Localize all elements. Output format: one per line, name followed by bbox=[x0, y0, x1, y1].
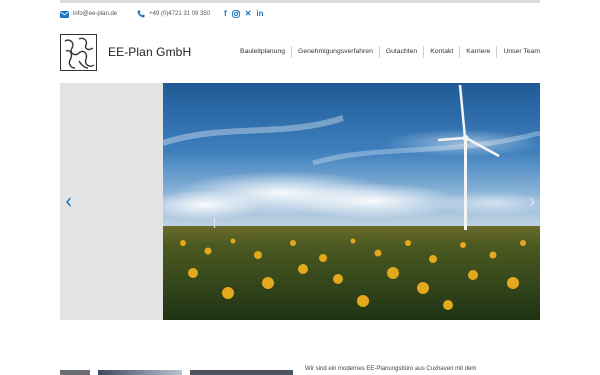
slider-side-panel bbox=[60, 83, 163, 320]
thumbnail-image[interactable] bbox=[98, 370, 182, 375]
nav-item-karriere[interactable]: Karriere bbox=[459, 46, 496, 58]
instagram-icon[interactable] bbox=[231, 10, 240, 18]
company-logo[interactable] bbox=[60, 33, 97, 71]
nav-item-kontakt[interactable]: Kontakt bbox=[423, 46, 459, 58]
email-link[interactable]: info@ee-plan.de bbox=[60, 10, 118, 18]
site-header: EE-Plan GmbH Bauleitplanung Genehmigungs… bbox=[60, 33, 540, 71]
phone-icon bbox=[137, 10, 145, 18]
nav-item-bauleitplanung[interactable]: Bauleitplanung bbox=[234, 46, 291, 58]
email-text: info@ee-plan.de bbox=[73, 11, 118, 17]
xing-icon[interactable]: ✕ bbox=[245, 10, 252, 18]
thumbnail-image[interactable] bbox=[190, 370, 293, 375]
mail-icon bbox=[60, 10, 69, 18]
phone-link[interactable]: +49 (0)4721 31 09 350 bbox=[137, 10, 210, 18]
slider-next-arrow-icon[interactable] bbox=[527, 196, 537, 208]
hero-image bbox=[163, 83, 540, 320]
social-links: f ✕ in bbox=[224, 10, 264, 18]
contact-bar: info@ee-plan.de +49 (0)4721 31 09 350 f … bbox=[60, 8, 540, 20]
slider-prev-arrow-icon[interactable] bbox=[64, 196, 74, 208]
nav-item-unser-team[interactable]: Unser Team bbox=[496, 46, 540, 58]
thumbnail-image[interactable] bbox=[60, 370, 90, 375]
intro-text: Wir sind ein modernes EE-Planungsbüro au… bbox=[305, 366, 477, 372]
top-divider bbox=[60, 0, 540, 3]
main-nav: Bauleitplanung Genehmigungsverfahren Gut… bbox=[234, 46, 540, 58]
linkedin-icon[interactable]: in bbox=[256, 10, 263, 18]
brand-name[interactable]: EE-Plan GmbH bbox=[108, 45, 191, 59]
nav-item-genehmigungsverfahren[interactable]: Genehmigungsverfahren bbox=[291, 46, 379, 58]
facebook-icon[interactable]: f bbox=[224, 10, 227, 18]
nav-item-gutachten[interactable]: Gutachten bbox=[378, 46, 423, 58]
phone-text: +49 (0)4721 31 09 350 bbox=[149, 11, 211, 17]
project-thumbnails bbox=[60, 370, 300, 375]
